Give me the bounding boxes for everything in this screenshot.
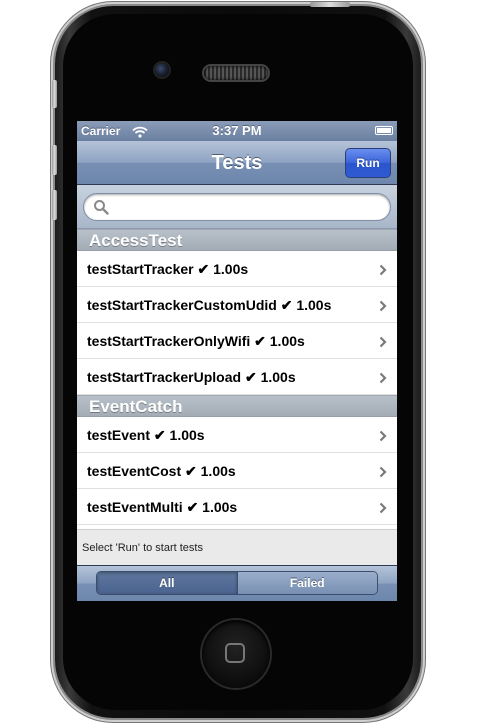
section-header-eventcatch: EventCatch	[77, 395, 397, 417]
run-button[interactable]: Run	[345, 148, 391, 178]
section-header-accesstest: AccessTest	[77, 229, 397, 251]
chevron-right-icon	[379, 335, 387, 353]
test-row-label: testEvent ✔ 1.00s	[87, 427, 205, 443]
search-bar	[77, 185, 397, 229]
status-time: 3:37 PM	[212, 123, 262, 138]
front-camera	[155, 63, 169, 77]
table-row[interactable]: testStartTrackerUpload ✔ 1.00s	[77, 359, 397, 395]
status-bar: Carrier 3:37 PM	[77, 121, 397, 141]
search-icon	[93, 199, 109, 220]
test-row-label: testStartTrackerUpload ✔ 1.00s	[87, 369, 296, 385]
chevron-right-icon	[379, 465, 387, 483]
table-row[interactable]: testStartTracker ✔ 1.00s	[77, 251, 397, 287]
search-input[interactable]	[112, 198, 378, 218]
test-row-label: testStartTrackerOnlyWifi ✔ 1.00s	[87, 333, 305, 349]
test-row-label: testStartTracker ✔ 1.00s	[87, 261, 249, 277]
battery-icon	[375, 126, 393, 135]
navigation-bar: Tests Run	[77, 141, 397, 185]
table-row[interactable]: testEvent ✔ 1.00s	[77, 417, 397, 453]
table-row[interactable]: testStartTrackerOnlyWifi ✔ 1.00s	[77, 323, 397, 359]
status-message: Select 'Run' to start tests	[77, 529, 397, 565]
test-row-label: testEventMulti ✔ 1.00s	[87, 499, 238, 515]
power-button	[310, 2, 350, 7]
chevron-right-icon	[379, 299, 387, 317]
test-row-label: testEventCost ✔ 1.00s	[87, 463, 236, 479]
search-field[interactable]	[83, 193, 391, 221]
mute-switch	[52, 80, 57, 108]
home-button-icon	[225, 643, 245, 663]
volume-down-button	[52, 190, 57, 220]
table-row[interactable]: testEventCost ✔ 1.00s	[77, 453, 397, 489]
app-screen: Carrier 3:37 PM Tests Run AccessTest tes…	[77, 121, 397, 601]
test-row-label: testStartTrackerCustomUdid ✔ 1.00s	[87, 297, 332, 313]
chevron-right-icon	[379, 501, 387, 519]
table-row[interactable]: testEventMulti ✔ 1.00s	[77, 489, 397, 525]
bottom-toolbar: All Failed	[77, 565, 397, 601]
filter-segmented-control: All Failed	[96, 571, 378, 595]
segment-failed[interactable]: Failed	[236, 572, 377, 594]
volume-up-button	[52, 145, 57, 175]
chevron-right-icon	[379, 263, 387, 281]
chevron-right-icon	[379, 429, 387, 447]
table-row[interactable]: testStartTrackerCustomUdid ✔ 1.00s	[77, 287, 397, 323]
segment-all[interactable]: All	[97, 572, 237, 594]
earpiece-speaker	[204, 66, 268, 80]
chevron-right-icon	[379, 371, 387, 389]
